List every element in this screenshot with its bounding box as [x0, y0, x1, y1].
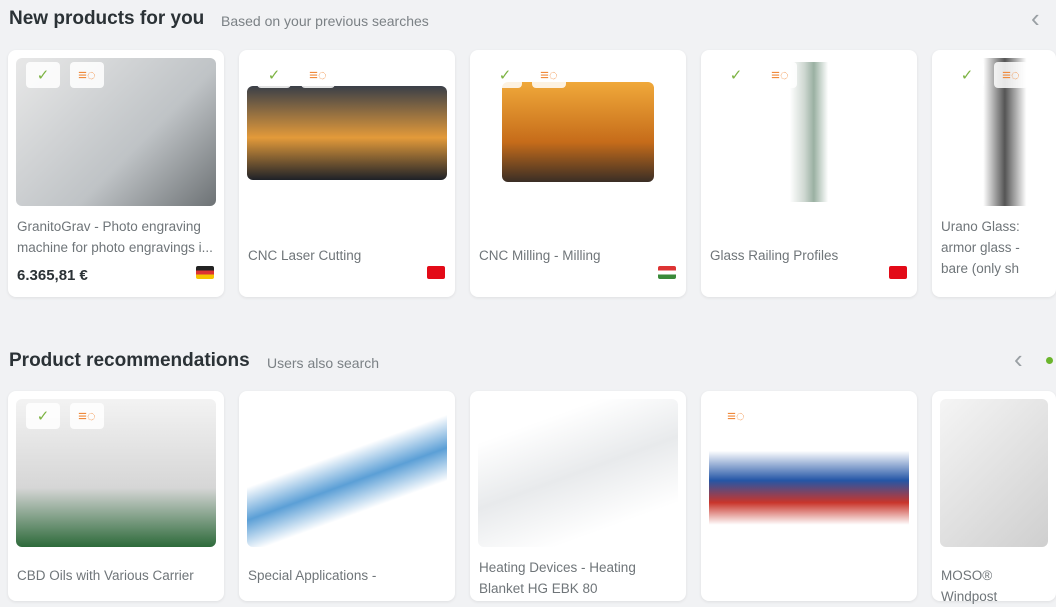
product-card[interactable]: ✓ ≡◌ CBD Oils with Various Carrier [8, 391, 224, 601]
verified-badge-icon: ✓ [26, 62, 60, 88]
chat-icon[interactable]: ≡◌ [719, 403, 753, 429]
badges: ✓ ≡◌ [719, 62, 797, 88]
section-title: Product recommendations [9, 350, 250, 371]
verified-badge-icon: ✓ [257, 62, 291, 88]
verified-badge-icon: ✓ [488, 62, 522, 88]
product-card[interactable]: MOSO® Windpost [932, 391, 1056, 604]
section-subtitle: Based on your previous searches [221, 13, 429, 29]
verified-badge-icon: ✓ [719, 62, 753, 88]
product-name[interactable]: CNC Laser Cutting [248, 245, 447, 266]
product-name[interactable]: Urano Glass: armor glass - bare (only sh [941, 216, 1048, 279]
product-card[interactable]: ≡◌ [701, 391, 917, 601]
chat-icon[interactable]: ≡◌ [301, 62, 335, 88]
product-card[interactable]: Heating Devices - Heating Blanket HG EBK… [470, 391, 686, 601]
product-image[interactable] [247, 399, 447, 547]
chat-icon[interactable]: ≡◌ [763, 62, 797, 88]
chevron-left-icon[interactable]: ‹ [1031, 3, 1040, 34]
product-card[interactable]: Special Applications - [239, 391, 455, 601]
badges: ✓ ≡◌ [950, 62, 1028, 88]
section-title: New products for you [9, 8, 205, 29]
product-name[interactable]: Glass Railing Profiles [710, 245, 909, 266]
verified-badge-icon: ✓ [950, 62, 984, 88]
product-name[interactable]: Special Applications - [248, 565, 447, 586]
product-image[interactable] [247, 86, 447, 180]
country-flag-hu [658, 266, 676, 279]
product-card[interactable]: ✓ ≡◌ Urano Glass: armor glass - bare (only… [932, 50, 1056, 297]
badges: ✓ ≡◌ [26, 62, 104, 88]
product-image[interactable] [940, 399, 1048, 547]
country-flag-tr [889, 266, 907, 279]
product-card[interactable]: ✓ ≡◌ GranitoGrav - Photo engraving machine… [8, 50, 224, 297]
chat-icon[interactable]: ≡◌ [532, 62, 566, 88]
chevron-left-icon[interactable]: ‹ [1014, 344, 1023, 375]
product-card[interactable]: ✓ ≡◌ CNC Laser Cutting [239, 50, 455, 297]
carousel-dot[interactable] [1046, 357, 1053, 364]
section-subtitle: Users also search [267, 355, 380, 371]
badges: ✓ ≡◌ [488, 62, 566, 88]
chat-icon[interactable]: ≡◌ [70, 403, 104, 429]
chat-icon[interactable]: ≡◌ [70, 62, 104, 88]
product-name[interactable]: CNC Milling - Milling [479, 245, 678, 266]
badges: ✓ ≡◌ [257, 62, 335, 88]
country-flag-de [196, 266, 214, 279]
badges: ≡◌ [719, 403, 753, 429]
product-card[interactable]: ✓ ≡◌ CNC Milling - Milling [470, 50, 686, 297]
product-image[interactable] [502, 82, 654, 182]
product-name[interactable]: GranitoGrav - Photo engraving machine fo… [17, 216, 216, 258]
country-flag-tr [427, 266, 445, 279]
chat-icon[interactable]: ≡◌ [994, 62, 1028, 88]
product-name[interactable]: Heating Devices - Heating Blanket HG EBK… [479, 557, 678, 599]
product-name[interactable]: MOSO® Windpost [941, 565, 1048, 607]
product-name[interactable]: CBD Oils with Various Carrier [17, 565, 216, 586]
verified-badge-icon: ✓ [26, 403, 60, 429]
badges: ✓ ≡◌ [26, 403, 104, 429]
product-image[interactable] [478, 399, 678, 547]
product-price: 6.365,81 € [17, 267, 88, 284]
product-card[interactable]: ✓ ≡◌ Glass Railing Profiles [701, 50, 917, 297]
